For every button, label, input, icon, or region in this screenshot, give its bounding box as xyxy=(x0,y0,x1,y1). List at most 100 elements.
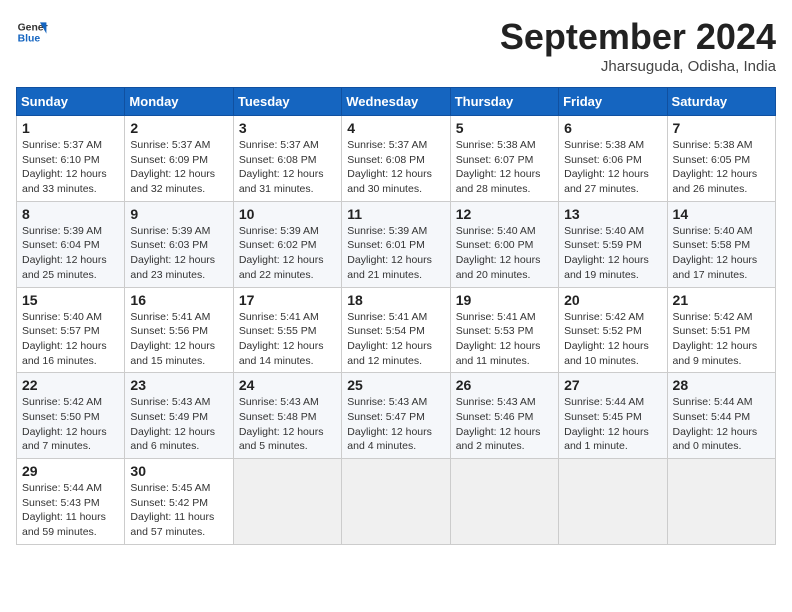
logo-icon: General Blue xyxy=(16,16,48,48)
day-info: Sunrise: 5:39 AMSunset: 6:04 PMDaylight:… xyxy=(22,224,119,283)
day-number: 13 xyxy=(564,206,661,222)
day-info: Sunrise: 5:39 AMSunset: 6:02 PMDaylight:… xyxy=(239,224,336,283)
calendar-cell: 23 Sunrise: 5:43 AMSunset: 5:49 PMDayligh… xyxy=(125,373,233,459)
day-info: Sunrise: 5:40 AMSunset: 5:58 PMDaylight:… xyxy=(673,224,770,283)
day-number: 8 xyxy=(22,206,119,222)
day-number: 12 xyxy=(456,206,553,222)
day-info: Sunrise: 5:40 AMSunset: 5:57 PMDaylight:… xyxy=(22,310,119,369)
calendar-cell: 25 Sunrise: 5:43 AMSunset: 5:47 PMDayligh… xyxy=(342,373,450,459)
day-info: Sunrise: 5:38 AMSunset: 6:06 PMDaylight:… xyxy=(564,138,661,197)
calendar-cell: 5 Sunrise: 5:38 AMSunset: 6:07 PMDaylight… xyxy=(450,116,558,202)
calendar-cell xyxy=(342,459,450,545)
weekday-header-saturday: Saturday xyxy=(667,88,775,116)
day-number: 18 xyxy=(347,292,444,308)
calendar-cell xyxy=(667,459,775,545)
day-info: Sunrise: 5:43 AMSunset: 5:46 PMDaylight:… xyxy=(456,395,553,454)
day-info: Sunrise: 5:40 AMSunset: 5:59 PMDaylight:… xyxy=(564,224,661,283)
day-number: 21 xyxy=(673,292,770,308)
weekday-header-thursday: Thursday xyxy=(450,88,558,116)
calendar-cell xyxy=(233,459,341,545)
day-info: Sunrise: 5:41 AMSunset: 5:55 PMDaylight:… xyxy=(239,310,336,369)
day-info: Sunrise: 5:42 AMSunset: 5:52 PMDaylight:… xyxy=(564,310,661,369)
calendar: SundayMondayTuesdayWednesdayThursdayFrid… xyxy=(16,87,776,545)
calendar-cell: 24 Sunrise: 5:43 AMSunset: 5:48 PMDayligh… xyxy=(233,373,341,459)
calendar-cell: 30 Sunrise: 5:45 AMSunset: 5:42 PMDayligh… xyxy=(125,459,233,545)
calendar-week-4: 22Sunrise: 5:42 AMSunset: 5:50 PMDayligh… xyxy=(17,373,776,459)
calendar-cell: 4 Sunrise: 5:37 AMSunset: 6:08 PMDaylight… xyxy=(342,116,450,202)
calendar-cell: 7 Sunrise: 5:38 AMSunset: 6:05 PMDaylight… xyxy=(667,116,775,202)
calendar-cell: 12 Sunrise: 5:40 AMSunset: 6:00 PMDayligh… xyxy=(450,201,558,287)
weekday-row: SundayMondayTuesdayWednesdayThursdayFrid… xyxy=(17,88,776,116)
day-number: 25 xyxy=(347,377,444,393)
calendar-week-5: 29Sunrise: 5:44 AMSunset: 5:43 PMDayligh… xyxy=(17,459,776,545)
calendar-week-1: 1 Sunrise: 5:37 AMSunset: 6:10 PMDaylight… xyxy=(17,116,776,202)
day-info: Sunrise: 5:37 AMSunset: 6:10 PMDaylight:… xyxy=(22,138,119,197)
calendar-cell: 14 Sunrise: 5:40 AMSunset: 5:58 PMDayligh… xyxy=(667,201,775,287)
day-number: 10 xyxy=(239,206,336,222)
day-number: 28 xyxy=(673,377,770,393)
title-block: September 2024 Jharsuguda, Odisha, India xyxy=(500,16,776,75)
calendar-header: SundayMondayTuesdayWednesdayThursdayFrid… xyxy=(17,88,776,116)
day-info: Sunrise: 5:41 AMSunset: 5:54 PMDaylight:… xyxy=(347,310,444,369)
day-number: 22 xyxy=(22,377,119,393)
calendar-cell: 19 Sunrise: 5:41 AMSunset: 5:53 PMDayligh… xyxy=(450,287,558,373)
logo: General Blue xyxy=(16,16,48,48)
location: Jharsuguda, Odisha, India xyxy=(500,58,776,75)
calendar-cell: 9Sunrise: 5:39 AMSunset: 6:03 PMDaylight… xyxy=(125,201,233,287)
day-info: Sunrise: 5:39 AMSunset: 6:03 PMDaylight:… xyxy=(130,224,227,283)
day-number: 14 xyxy=(673,206,770,222)
calendar-cell: 17Sunrise: 5:41 AMSunset: 5:55 PMDayligh… xyxy=(233,287,341,373)
calendar-cell: 29Sunrise: 5:44 AMSunset: 5:43 PMDayligh… xyxy=(17,459,125,545)
day-number: 27 xyxy=(564,377,661,393)
day-number: 3 xyxy=(239,120,336,136)
calendar-cell: 15 Sunrise: 5:40 AMSunset: 5:57 PMDayligh… xyxy=(17,287,125,373)
calendar-cell: 27 Sunrise: 5:44 AMSunset: 5:45 PMDayligh… xyxy=(559,373,667,459)
calendar-cell: 13 Sunrise: 5:40 AMSunset: 5:59 PMDayligh… xyxy=(559,201,667,287)
day-info: Sunrise: 5:37 AMSunset: 6:08 PMDaylight:… xyxy=(347,138,444,197)
day-number: 19 xyxy=(456,292,553,308)
day-number: 2 xyxy=(130,120,227,136)
day-info: Sunrise: 5:41 AMSunset: 5:56 PMDaylight:… xyxy=(130,310,227,369)
day-info: Sunrise: 5:43 AMSunset: 5:48 PMDaylight:… xyxy=(239,395,336,454)
svg-text:Blue: Blue xyxy=(18,34,41,45)
calendar-cell: 3 Sunrise: 5:37 AMSunset: 6:08 PMDaylight… xyxy=(233,116,341,202)
calendar-cell xyxy=(450,459,558,545)
day-info: Sunrise: 5:38 AMSunset: 6:07 PMDaylight:… xyxy=(456,138,553,197)
day-info: Sunrise: 5:43 AMSunset: 5:47 PMDaylight:… xyxy=(347,395,444,454)
day-number: 16 xyxy=(130,292,227,308)
day-info: Sunrise: 5:44 AMSunset: 5:45 PMDaylight:… xyxy=(564,395,661,454)
day-info: Sunrise: 5:38 AMSunset: 6:05 PMDaylight:… xyxy=(673,138,770,197)
day-number: 29 xyxy=(22,463,119,479)
calendar-cell: 18 Sunrise: 5:41 AMSunset: 5:54 PMDayligh… xyxy=(342,287,450,373)
day-number: 20 xyxy=(564,292,661,308)
day-number: 23 xyxy=(130,377,227,393)
day-number: 24 xyxy=(239,377,336,393)
day-number: 15 xyxy=(22,292,119,308)
day-info: Sunrise: 5:44 AMSunset: 5:44 PMDaylight:… xyxy=(673,395,770,454)
day-number: 30 xyxy=(130,463,227,479)
month-title: September 2024 xyxy=(500,16,776,58)
weekday-header-sunday: Sunday xyxy=(17,88,125,116)
calendar-cell: 6Sunrise: 5:38 AMSunset: 6:06 PMDaylight… xyxy=(559,116,667,202)
day-number: 4 xyxy=(347,120,444,136)
day-number: 7 xyxy=(673,120,770,136)
weekday-header-friday: Friday xyxy=(559,88,667,116)
day-info: Sunrise: 5:37 AMSunset: 6:08 PMDaylight:… xyxy=(239,138,336,197)
day-number: 1 xyxy=(22,120,119,136)
day-info: Sunrise: 5:40 AMSunset: 6:00 PMDaylight:… xyxy=(456,224,553,283)
day-info: Sunrise: 5:42 AMSunset: 5:51 PMDaylight:… xyxy=(673,310,770,369)
weekday-header-wednesday: Wednesday xyxy=(342,88,450,116)
day-info: Sunrise: 5:37 AMSunset: 6:09 PMDaylight:… xyxy=(130,138,227,197)
day-info: Sunrise: 5:39 AMSunset: 6:01 PMDaylight:… xyxy=(347,224,444,283)
day-number: 5 xyxy=(456,120,553,136)
day-number: 26 xyxy=(456,377,553,393)
calendar-cell: 8 Sunrise: 5:39 AMSunset: 6:04 PMDaylight… xyxy=(17,201,125,287)
day-info: Sunrise: 5:45 AMSunset: 5:42 PMDaylight:… xyxy=(130,481,227,540)
day-info: Sunrise: 5:43 AMSunset: 5:49 PMDaylight:… xyxy=(130,395,227,454)
calendar-cell: 26 Sunrise: 5:43 AMSunset: 5:46 PMDayligh… xyxy=(450,373,558,459)
day-info: Sunrise: 5:41 AMSunset: 5:53 PMDaylight:… xyxy=(456,310,553,369)
calendar-cell: 2 Sunrise: 5:37 AMSunset: 6:09 PMDaylight… xyxy=(125,116,233,202)
calendar-cell: 22Sunrise: 5:42 AMSunset: 5:50 PMDayligh… xyxy=(17,373,125,459)
calendar-cell: 10 Sunrise: 5:39 AMSunset: 6:02 PMDayligh… xyxy=(233,201,341,287)
calendar-cell: 28 Sunrise: 5:44 AMSunset: 5:44 PMDayligh… xyxy=(667,373,775,459)
